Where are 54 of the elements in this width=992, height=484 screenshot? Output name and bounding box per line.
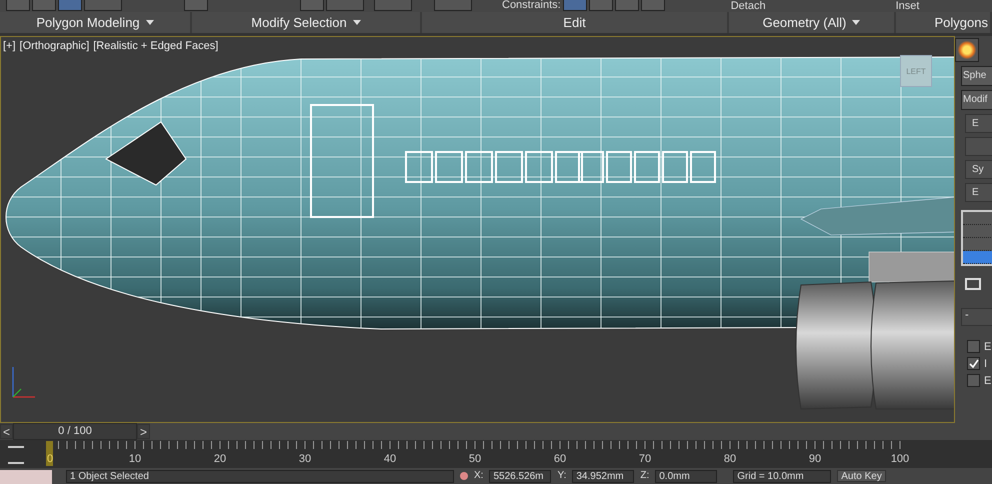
sun-icon[interactable] bbox=[955, 38, 979, 62]
checkbox-label: E bbox=[984, 340, 992, 353]
ribbon-panel-title[interactable]: Polygon Modeling bbox=[0, 12, 192, 34]
frame-counter: 0 / 100 bbox=[13, 423, 137, 440]
viewport[interactable]: [+] [Orthographic] [Realistic + Edged Faces] LEFT bbox=[0, 36, 955, 424]
ribbon-panel-title[interactable]: Edit bbox=[422, 12, 729, 34]
previous-frame-button[interactable]: < bbox=[0, 424, 13, 440]
time-marker[interactable] bbox=[46, 441, 53, 466]
stack-row[interactable] bbox=[963, 251, 992, 264]
coordinate-label: X: bbox=[474, 470, 484, 481]
panel-button[interactable]: E bbox=[965, 114, 992, 134]
panel-button[interactable]: E bbox=[965, 183, 992, 202]
frame-number: 0 bbox=[46, 453, 54, 466]
ribbon-panel-title[interactable]: Modify Selection bbox=[192, 12, 422, 34]
coordinate-field[interactable]: 5526.526m bbox=[489, 470, 552, 483]
frame-number: 70 bbox=[638, 453, 652, 466]
frame-number: 40 bbox=[384, 453, 396, 466]
coordinate-label: Y: bbox=[557, 470, 566, 481]
panel-button[interactable]: Sy bbox=[965, 160, 992, 180]
ribbon-panel-title[interactable]: Polygons bbox=[896, 12, 992, 34]
frame-number: 90 bbox=[808, 453, 822, 466]
timeline-ruler[interactable] bbox=[58, 440, 900, 450]
viewport-label[interactable]: [Orthographic] bbox=[20, 40, 90, 52]
frame-number: 20 bbox=[214, 453, 226, 466]
detach-button[interactable]: Detach bbox=[726, 0, 770, 12]
checkbox[interactable] bbox=[967, 340, 980, 354]
frame-number: 10 bbox=[128, 453, 142, 466]
ribbon-panel-title[interactable]: Geometry (All) bbox=[729, 12, 896, 34]
inset-button[interactable]: Inset bbox=[892, 0, 924, 12]
checkbox-label: I bbox=[984, 358, 988, 370]
auto-key-button[interactable]: Auto Key bbox=[837, 470, 886, 482]
lock-icon[interactable] bbox=[460, 472, 468, 480]
coordinate-field[interactable]: 34.952mm bbox=[572, 470, 634, 483]
coordinate-label: Z: bbox=[640, 470, 650, 481]
checkbox[interactable] bbox=[967, 374, 980, 388]
checkbox[interactable] bbox=[967, 357, 980, 370]
frame-number: 80 bbox=[724, 453, 736, 466]
constraints-label: Constraints: bbox=[502, 0, 561, 11]
status-prompt: 1 Object Selected bbox=[66, 470, 454, 483]
time-slider-thumb[interactable]: < 0 / 100 > bbox=[0, 423, 150, 440]
frame-number: 30 bbox=[298, 453, 312, 466]
coordinate-field[interactable]: 0.0mm bbox=[655, 470, 718, 483]
modifier-list-dropdown[interactable]: Modif bbox=[961, 90, 992, 110]
frame-number: 60 bbox=[554, 453, 566, 466]
viewport-label[interactable]: [Realistic + Edged Faces] bbox=[93, 40, 218, 52]
frame-number: 100 bbox=[890, 453, 910, 466]
rollout-toggle[interactable]: - bbox=[961, 308, 992, 326]
viewport-label[interactable]: [+] bbox=[3, 40, 16, 52]
frame-number: 50 bbox=[468, 453, 482, 466]
checkbox-label: E bbox=[984, 374, 992, 387]
grid-readout: Grid = 10.0mm bbox=[733, 470, 832, 483]
axis-gizmo-icon bbox=[12, 367, 35, 398]
next-frame-button[interactable]: > bbox=[137, 424, 150, 440]
object-name-field[interactable]: Sphe bbox=[961, 66, 992, 86]
